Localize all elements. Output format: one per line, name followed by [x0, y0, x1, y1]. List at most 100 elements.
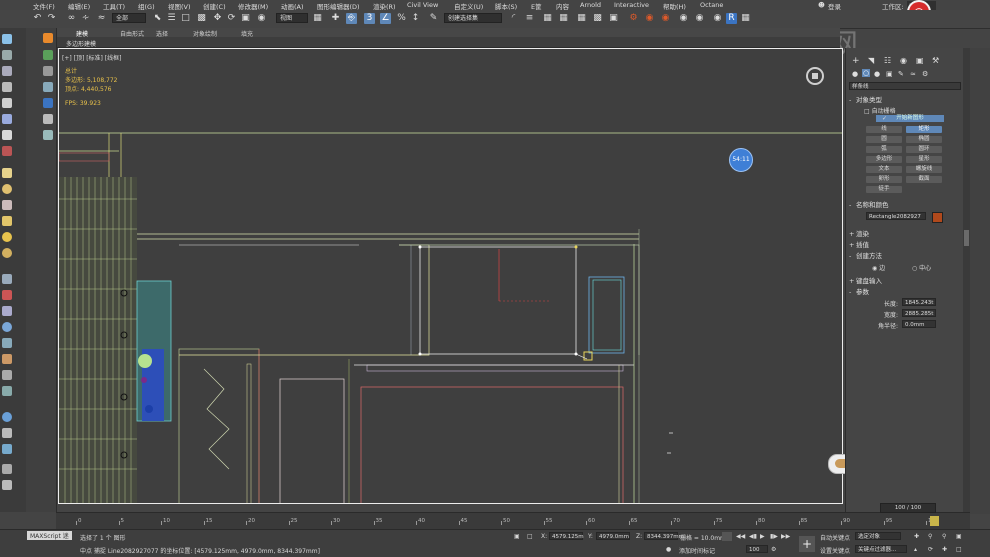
orbit-icon[interactable]: ⟳ — [928, 546, 933, 553]
star-button[interactable]: 星形 — [906, 156, 942, 163]
rollout-interpolation[interactable]: + 插值 — [849, 240, 961, 250]
add-time-tag-icon[interactable]: ● — [666, 546, 671, 553]
plugin-green-icon[interactable] — [43, 50, 53, 60]
light-icon[interactable] — [2, 232, 12, 242]
spinner-snap-icon[interactable]: ↕ — [410, 13, 421, 24]
select-object-icon[interactable]: ⬉ — [152, 13, 163, 24]
viewport-label[interactable]: [+] [顶] [标准] [线框] — [62, 53, 121, 62]
systems-icon[interactable]: ⚙ — [922, 70, 928, 78]
material-icon[interactable] — [2, 338, 12, 348]
prev-key-button[interactable] — [722, 532, 732, 541]
file-icon[interactable] — [2, 464, 12, 474]
motion-tab-icon[interactable]: ◉ — [900, 56, 907, 65]
system-icon[interactable] — [2, 306, 12, 316]
egg-button[interactable]: 卵形 — [866, 176, 902, 183]
move-icon[interactable]: ✥ — [212, 13, 223, 24]
render-setup-icon[interactable]: ⚙ — [628, 13, 639, 24]
scale-icon[interactable]: ▣ — [240, 13, 251, 24]
scrollbar-thumb[interactable] — [964, 230, 969, 246]
layers-icon[interactable] — [2, 66, 12, 76]
shapes-icon[interactable]: ○ — [862, 69, 871, 77]
go-start-icon[interactable]: ◀◀ — [736, 533, 745, 540]
current-frame-field[interactable]: 100 — [746, 545, 768, 553]
globe-icon[interactable] — [2, 322, 12, 332]
render-production-icon[interactable]: ◉ — [660, 13, 671, 24]
rect-selection-icon[interactable]: □ — [180, 13, 191, 24]
curve-editor-icon[interactable]: ▦ — [576, 13, 587, 24]
rectangle-button[interactable]: 矩形 — [906, 126, 942, 133]
rollout-parameters[interactable]: - 参数 — [849, 287, 961, 297]
select-manipulate-icon[interactable]: ✚ — [330, 13, 341, 24]
render-frame-icon[interactable]: ◉ — [644, 13, 655, 24]
donut-button[interactable]: 圆环 — [906, 146, 942, 153]
freehand-button[interactable]: 徒手 — [866, 186, 902, 193]
creation-center-radio[interactable]: ○ 中心 — [912, 263, 931, 272]
named-selection-set-dropdown[interactable]: 创建选择集 — [444, 13, 502, 23]
text-button[interactable]: 文本 — [866, 166, 902, 173]
rollout-object-type[interactable]: - 对象类型 — [849, 95, 961, 105]
layer-explorer-icon[interactable]: ▦ — [542, 13, 553, 24]
autogrid-checkbox[interactable]: □ 自动栅格 — [864, 106, 896, 115]
viewcube-icon[interactable] — [806, 67, 824, 85]
length-field[interactable]: 1845.243t — [902, 298, 936, 306]
selection-filter-dropdown[interactable]: 全部 — [112, 13, 146, 23]
cylinder-icon[interactable] — [2, 200, 12, 210]
spacewarps-icon[interactable]: ≈ — [910, 70, 916, 78]
plugin-rs-icon[interactable] — [43, 98, 53, 108]
y-field[interactable]: 4979.0mm — [596, 532, 630, 540]
user-icon[interactable]: ☻ — [818, 1, 825, 9]
snap-toggle-button[interactable]: 3 — [364, 13, 375, 24]
array-icon[interactable] — [2, 386, 12, 396]
section-button[interactable]: 截面 — [906, 176, 942, 183]
tool-icon[interactable] — [2, 114, 12, 124]
time-slider-thumb[interactable] — [930, 516, 939, 526]
command-panel-scrollbar[interactable] — [963, 48, 970, 514]
prev-frame-icon[interactable]: ◀▮ — [749, 533, 757, 540]
line-button[interactable]: 线 — [866, 126, 902, 133]
creation-edge-radio[interactable]: ◉ 边 — [872, 263, 885, 272]
menu-civil-view[interactable]: Civil View — [407, 1, 438, 9]
placement-icon[interactable]: ◉ — [256, 13, 267, 24]
modify-tab-icon[interactable]: ◥ — [868, 56, 874, 65]
maximize-icon[interactable]: □ — [956, 546, 962, 553]
z-field[interactable]: 8344.397mm — [644, 532, 684, 540]
texture-icon[interactable] — [2, 354, 12, 364]
undo-icon[interactable]: ↶ — [32, 13, 43, 24]
redo-icon[interactable]: ↷ — [46, 13, 57, 24]
zoom-all-icon[interactable]: ⚲ — [942, 533, 946, 540]
set-key-button[interactable]: + — [799, 536, 815, 552]
menu-arnold[interactable]: Arnold — [580, 1, 601, 9]
grid-icon[interactable] — [2, 50, 12, 60]
ipr-icon[interactable]: ◉ — [694, 13, 705, 24]
rollout-creation-method[interactable]: - 创建方法 — [849, 251, 961, 261]
relative-absolute-icon[interactable]: □ — [527, 533, 533, 540]
angle-snap-icon[interactable]: ∠ — [380, 13, 391, 24]
rollout-rendering[interactable]: + 渲染 — [849, 229, 961, 239]
width-field[interactable]: 2885.285t — [902, 309, 936, 317]
render-icon[interactable] — [2, 412, 12, 422]
rollout-name-color[interactable]: - 名称和颜色 — [849, 200, 961, 210]
object-color-swatch[interactable] — [932, 212, 943, 223]
unlink-icon[interactable]: ∻ — [80, 13, 91, 24]
category-dropdown[interactable]: 样条线 — [849, 82, 961, 90]
display-tab-icon[interactable]: ▣ — [916, 56, 924, 65]
link-icon[interactable]: ∞ — [66, 13, 77, 24]
add-time-tag[interactable]: 添加时间标记 — [679, 546, 715, 555]
helper-icon[interactable] — [2, 274, 12, 284]
align-icon[interactable]: ≡ — [524, 13, 535, 24]
maxscript-listener[interactable]: MAXScript 迷 — [27, 531, 72, 540]
folder-icon[interactable] — [2, 480, 12, 490]
environment-icon[interactable] — [2, 444, 12, 454]
create-tab-icon[interactable]: + — [852, 56, 860, 66]
scene-explorer-icon[interactable]: ▦ — [558, 13, 569, 24]
circle-button[interactable]: 圆 — [866, 136, 902, 143]
x-field[interactable]: 4579.125m — [549, 532, 584, 540]
go-end-icon[interactable]: ▶▶ — [781, 533, 790, 540]
arc-button[interactable]: 弧 — [866, 146, 902, 153]
snapshot-icon[interactable] — [2, 370, 12, 380]
schematic-view-icon[interactable]: ▩ — [592, 13, 603, 24]
plugin-grid-icon[interactable] — [43, 130, 53, 140]
material-editor-icon[interactable]: ▣ — [608, 13, 619, 24]
scene-icon[interactable] — [2, 34, 12, 44]
zoom-icon[interactable]: ⚲ — [928, 533, 932, 540]
